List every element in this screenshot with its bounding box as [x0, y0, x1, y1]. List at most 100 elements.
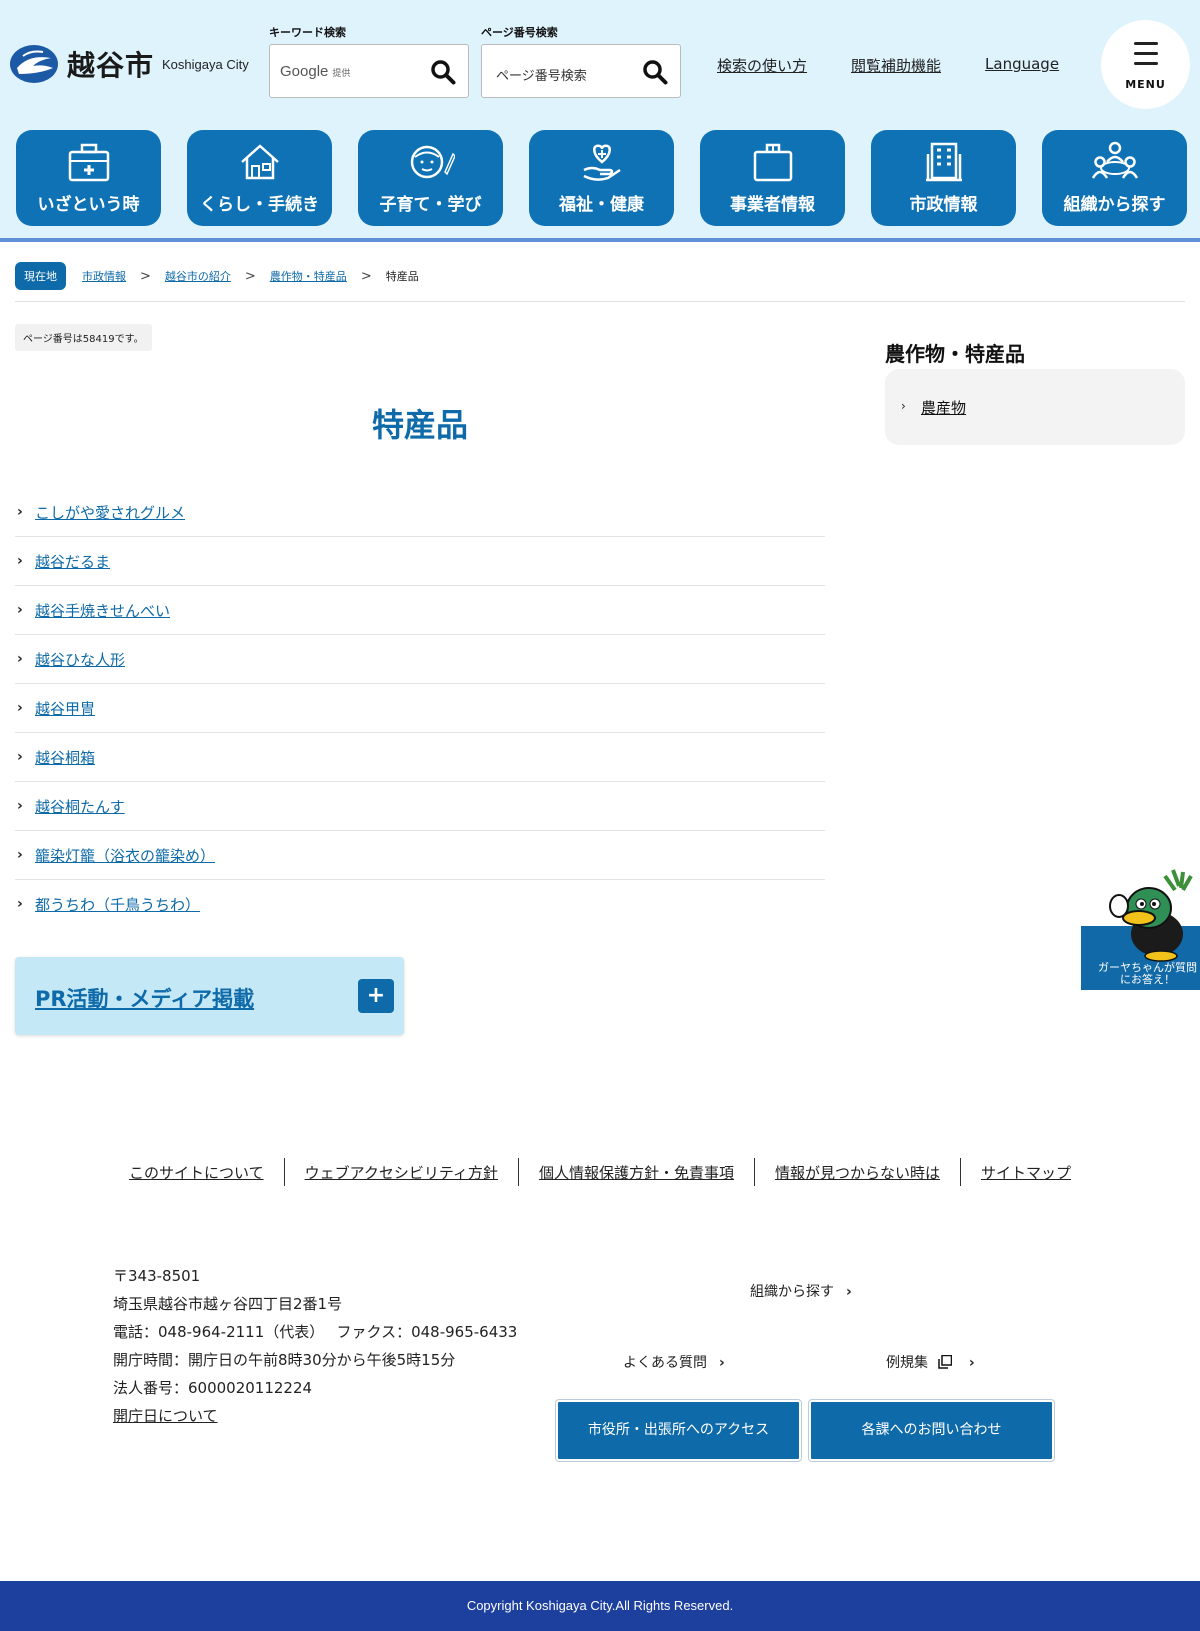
first-aid-kit-icon [68, 143, 109, 182]
list-item-link[interactable]: 越谷手焼きせんべい [35, 600, 170, 621]
heart-hand-icon [582, 144, 621, 181]
child-pencil-icon [410, 145, 455, 179]
chevron-right-icon: › [17, 847, 23, 863]
chevron-right-icon: › [17, 504, 23, 520]
page-title: 特産品 [371, 406, 468, 444]
phone-fax: 電話：048-964-2111（代表） ファクス：048-965-6433 [113, 1323, 518, 1341]
search-help-link[interactable]: 検索の使い方 [717, 55, 807, 76]
accessibility-tools-link[interactable]: 閲覧補助機能 [851, 55, 941, 76]
keyword-search: キーワード検索 Google 提供 [269, 24, 469, 98]
nav-organization[interactable]: 組織から探す [1042, 130, 1187, 226]
expand-plus-icon[interactable]: + [358, 979, 394, 1013]
external-window-icon [938, 1355, 953, 1369]
list-item: › こしがや愛されグルメ [15, 488, 825, 537]
footer-link-privacy-policy[interactable]: 個人情報保護方針・免責事項 [519, 1162, 754, 1186]
sidebar-title: 農作物・特産品 [885, 342, 1025, 366]
city-emblem-icon [10, 45, 58, 83]
breadcrumb-link[interactable]: 市政情報 [82, 268, 126, 284]
chevron-right-icon: › [17, 700, 23, 716]
building-icon [925, 142, 962, 182]
page-number-badge: ページ番号は58419です。 [15, 324, 152, 351]
nav-emergency[interactable]: いざという時 [16, 130, 161, 226]
list-item-link[interactable]: 籠染灯籠（浴衣の籠染め） [35, 845, 215, 866]
list-item: › 越谷桐箱 [15, 733, 825, 782]
list-item-link[interactable]: 越谷桐たんす [35, 796, 125, 817]
list-item: › 籠染灯籠（浴衣の籠染め） [15, 831, 825, 880]
city-hall-address: 〒343-8501 埼玉県越谷市越ヶ谷四丁目2番1号 電話：048-964-21… [113, 1262, 517, 1430]
briefcase-icon [753, 143, 792, 182]
breadcrumb-link[interactable]: 越谷市の紹介 [165, 268, 231, 284]
keyword-search-input[interactable]: Google 提供 [269, 44, 469, 98]
house-icon [240, 144, 279, 180]
utility-links: 検索の使い方 閲覧補助機能 Language [717, 55, 1103, 76]
access-button[interactable]: 市役所・出張所へのアクセス [555, 1399, 802, 1462]
people-group-icon [1091, 141, 1138, 179]
footer-link-about-site[interactable]: このサイトについて [109, 1162, 284, 1186]
page-number-search-label: ページ番号検索 [481, 26, 558, 39]
breadcrumb-current-location-badge: 現在地 [15, 262, 66, 290]
mascot-chat-widget[interactable]: ガーヤちゃんが質問にお答え！ [1081, 866, 1200, 990]
page-number-search: ページ番号検索 ページ番号検索 [481, 24, 681, 98]
site-header: 越谷市 Koshigaya City キーワード検索 Google 提供 ページ番… [0, 0, 1200, 242]
list-item: › 越谷甲冑 [15, 684, 825, 733]
list-item-link[interactable]: 越谷甲冑 [35, 698, 95, 719]
footer-link-not-found-help[interactable]: 情報が見つからない時は [755, 1162, 960, 1186]
site-logo[interactable]: 越谷市 Koshigaya City [9, 44, 249, 84]
chevron-right-icon: › [17, 553, 23, 569]
menu-button[interactable]: MENU [1101, 20, 1190, 109]
mascot-caption: ガーヤちゃんが質問にお答え！ [1098, 961, 1197, 986]
page-number-search-input[interactable]: ページ番号検索 [481, 44, 681, 98]
footer-nav-organization[interactable]: 組織から探す › [750, 1281, 852, 1301]
pr-media-link[interactable]: PR活動・メディア掲載 [35, 983, 254, 1013]
page-number-placeholder: ページ番号検索 [496, 69, 587, 84]
footer-link-accessibility-policy[interactable]: ウェブアクセシビリティ方針 [285, 1162, 518, 1186]
list-item-link[interactable]: 都うちわ（千鳥うちわ） [35, 894, 200, 915]
nav-living[interactable]: くらし・手続き [187, 130, 332, 226]
corporate-number: 法人番号：6000020112224 [113, 1379, 313, 1397]
specialty-link-list: › こしがや愛されグルメ › 越谷だるま › 越谷手焼きせんべい › 越谷ひな人形 › 越… [15, 488, 825, 929]
office-hours: 開庁時間：開庁日の午前8時30分から午後5時15分 [113, 1351, 456, 1369]
breadcrumb-link[interactable]: 農作物・特産品 [270, 268, 347, 284]
footer-link-sitemap[interactable]: サイトマップ [961, 1162, 1091, 1186]
breadcrumb: 現在地 市政情報 > 越谷市の紹介 > 農作物・特産品 > 特産品 [15, 262, 419, 290]
sidebar-menu: › 農産物 [885, 369, 1185, 445]
menu-label: MENU [1125, 78, 1166, 91]
language-link[interactable]: Language [985, 55, 1059, 76]
list-item-link[interactable]: 越谷桐箱 [35, 747, 95, 768]
breadcrumb-separator: > [140, 268, 151, 284]
footer-nav-regulations[interactable]: 例規集 › [886, 1352, 975, 1372]
chevron-right-icon: › [17, 896, 23, 912]
divider [15, 301, 1185, 302]
postal-code: 〒343-8501 [113, 1267, 201, 1285]
breadcrumb-current-page: 特産品 [385, 270, 419, 283]
chevron-right-icon: › [719, 1355, 725, 1371]
chevron-right-icon: › [17, 651, 23, 667]
list-item-link[interactable]: こしがや愛されグルメ [35, 502, 185, 523]
logo-english-name: Koshigaya City [162, 56, 249, 72]
nav-business[interactable]: 事業者情報 [700, 130, 845, 226]
logo-japanese-name: 越谷市 [67, 49, 155, 82]
sidebar-item-agricultural-products[interactable]: 農産物 [921, 397, 966, 418]
nav-childcare[interactable]: 子育て・学び [358, 130, 503, 226]
nav-city-administration[interactable]: 市政情報 [871, 130, 1016, 226]
nav-welfare[interactable]: 福祉・健康 [529, 130, 674, 226]
mascot-duck-icon [1109, 869, 1193, 962]
global-nav: いざという時 くらし・手続き 子育て・学び 福祉・健康 事業者情報 市政情報 組… [16, 130, 1200, 226]
chevron-right-icon: › [846, 1284, 852, 1300]
list-item-link[interactable]: 越谷ひな人形 [35, 649, 125, 670]
chevron-right-icon: › [901, 399, 906, 413]
list-item: › 都うちわ（千鳥うちわ） [15, 880, 825, 929]
list-item-link[interactable]: 越谷だるま [35, 551, 110, 572]
search-icon[interactable] [642, 59, 668, 85]
chevron-right-icon: › [17, 749, 23, 765]
list-item: › 越谷だるま [15, 537, 825, 586]
contact-departments-button[interactable]: 各課へのお問い合わせ [808, 1399, 1055, 1462]
chevron-right-icon: › [17, 602, 23, 618]
breadcrumb-separator: > [360, 268, 372, 284]
search-icon[interactable] [430, 59, 456, 85]
list-item: › 越谷手焼きせんべい [15, 586, 825, 635]
breadcrumb-separator: > [244, 268, 256, 284]
open-days-link[interactable]: 開庁日について [113, 1402, 517, 1430]
pr-media-accordion[interactable]: PR活動・メディア掲載 + [15, 957, 404, 1035]
footer-nav-faq[interactable]: よくある質問 › [623, 1352, 725, 1372]
